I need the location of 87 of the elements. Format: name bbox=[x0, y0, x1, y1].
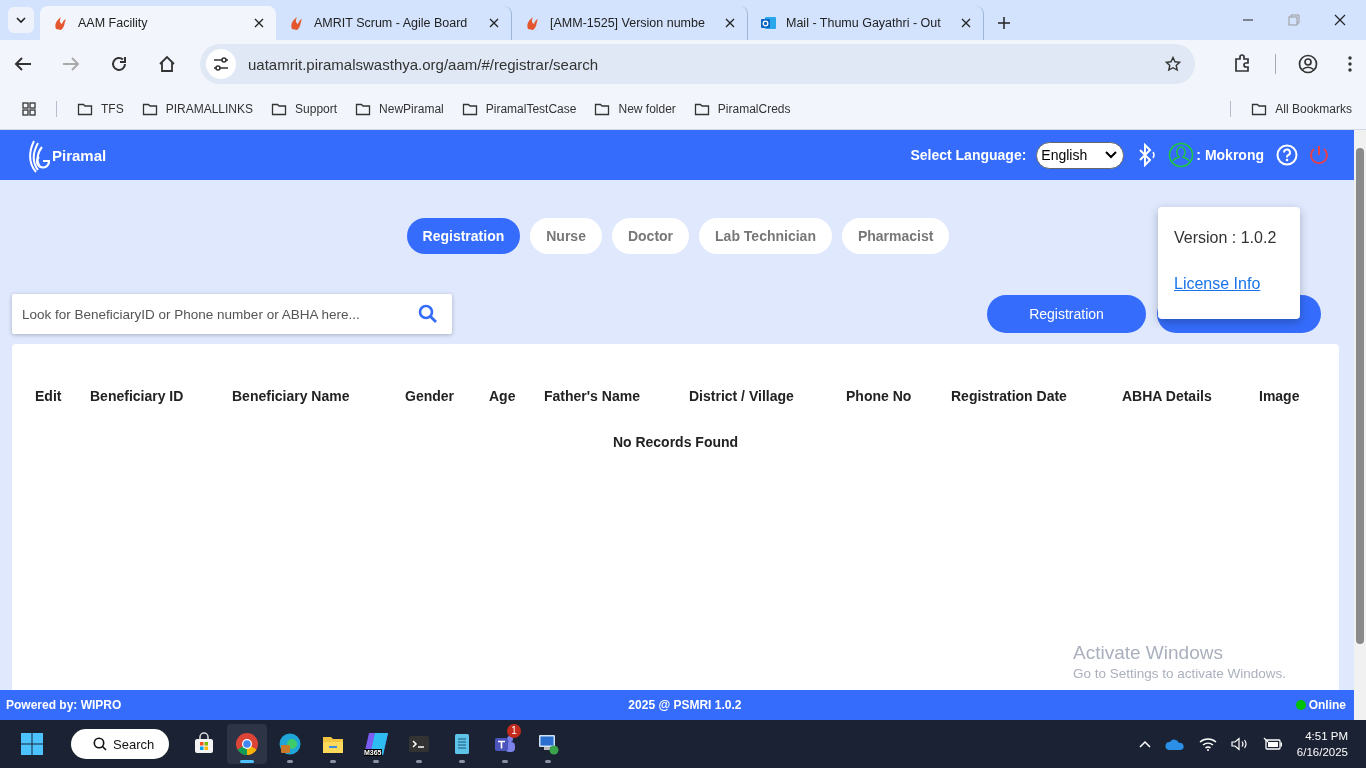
store-bag-icon bbox=[192, 732, 216, 756]
taskbar-search[interactable]: Search bbox=[71, 729, 169, 759]
language-label: Select Language: bbox=[910, 147, 1027, 163]
back-arrow-icon[interactable] bbox=[14, 55, 32, 73]
close-icon[interactable] bbox=[489, 18, 499, 28]
column-header: Beneficiary Name bbox=[232, 388, 351, 404]
close-icon[interactable] bbox=[725, 18, 735, 28]
column-header: Father's Name bbox=[544, 388, 641, 404]
clock[interactable]: 4:51 PM 6/16/2025 bbox=[1296, 728, 1348, 760]
footer-credit: Powered by: WIPRO bbox=[6, 698, 122, 712]
browser-tab[interactable]: AAM Facility bbox=[40, 6, 276, 40]
close-icon[interactable] bbox=[1334, 14, 1346, 26]
version-text: Version : 1.0.2 bbox=[1174, 229, 1278, 247]
tab-title: Mail - Thumu Gayathri - Out bbox=[786, 16, 942, 30]
activation-title: Activate Windows bbox=[1073, 642, 1224, 664]
tab-search-button[interactable] bbox=[8, 7, 34, 33]
column-header: Phone No bbox=[846, 388, 913, 404]
wifi-icon[interactable] bbox=[1198, 737, 1217, 751]
activation-text: Go to Settings to activate Windows. bbox=[1073, 666, 1287, 681]
url-text: uatamrit.piramalswasthya.org/aam/#/registrar/search bbox=[248, 55, 600, 73]
status-text: Online bbox=[1308, 698, 1346, 712]
home-icon[interactable] bbox=[158, 55, 176, 73]
speaker-icon[interactable] bbox=[1230, 737, 1249, 751]
reload-icon[interactable] bbox=[110, 55, 128, 73]
column-header: Edit bbox=[35, 388, 63, 404]
bookmark-folder[interactable]: PiramalCreds bbox=[693, 100, 791, 117]
close-icon[interactable] bbox=[254, 18, 264, 28]
flame-icon bbox=[288, 15, 304, 31]
flame-icon bbox=[524, 15, 540, 31]
close-icon[interactable] bbox=[961, 18, 971, 28]
taskbar-app[interactable] bbox=[227, 724, 267, 764]
search-icon bbox=[93, 737, 107, 751]
registration-button[interactable]: Registration bbox=[987, 295, 1146, 333]
column-header: Gender bbox=[405, 388, 455, 404]
mail-app-icon bbox=[760, 15, 776, 31]
battery-icon[interactable] bbox=[1262, 737, 1283, 751]
browser-icon bbox=[278, 732, 302, 756]
user-name: : Mokrong bbox=[1196, 147, 1264, 163]
tab-title: AAM Facility bbox=[78, 16, 149, 30]
chevron-down-icon[interactable] bbox=[15, 14, 27, 26]
chevron-up-icon[interactable] bbox=[1138, 740, 1151, 748]
column-header: ABHA Details bbox=[1122, 388, 1213, 404]
footer-copyright: 2025 @ PSMRI 1.0.2 bbox=[628, 698, 742, 712]
column-header: Registration Date bbox=[951, 388, 1068, 404]
brand-name: Piramal bbox=[52, 146, 107, 164]
chevron-down-icon bbox=[1105, 151, 1118, 159]
user-avatar-icon bbox=[1168, 142, 1195, 168]
column-header: Image bbox=[1259, 388, 1301, 404]
star-icon[interactable] bbox=[1165, 56, 1181, 72]
profile-icon[interactable] bbox=[1298, 54, 1318, 74]
more-vertical-icon[interactable] bbox=[1348, 56, 1352, 72]
app-tile-icon bbox=[364, 732, 388, 756]
notification-badge: 1 bbox=[507, 724, 521, 738]
license-link[interactable]: License Info bbox=[1174, 275, 1261, 293]
bookmark-folder[interactable]: TFS bbox=[77, 100, 124, 117]
bookmark-folder[interactable]: Support bbox=[271, 100, 338, 117]
bookmark-folder[interactable]: PiramalTestCase bbox=[461, 100, 577, 117]
column-header: Beneficiary ID bbox=[90, 388, 185, 404]
remote-desktop-icon bbox=[536, 732, 560, 756]
help-icon[interactable] bbox=[1276, 144, 1298, 166]
tab-title: AMRIT Scrum - Agile Board bbox=[314, 16, 469, 30]
windows-start-icon[interactable] bbox=[20, 732, 44, 756]
search-field[interactable]: Look for BeneficiaryID or Phone number or ABHA here... bbox=[12, 294, 452, 334]
bookmark-folder[interactable]: New folder bbox=[594, 100, 676, 117]
column-header: District / Village bbox=[689, 388, 795, 404]
taskbar-app[interactable]: 1 bbox=[485, 724, 525, 764]
tab-title: [AMM-1525] Version numbe bbox=[550, 16, 706, 30]
address-bar[interactable]: uatamrit.piramalswasthya.org/aam/#/registrar/search bbox=[200, 44, 1195, 84]
bookmark-folder[interactable]: All Bookmarks bbox=[1251, 100, 1352, 117]
cloud-icon[interactable] bbox=[1164, 738, 1185, 750]
site-settings-icon[interactable] bbox=[213, 56, 229, 72]
search-icon[interactable] bbox=[418, 304, 438, 324]
apps-grid-icon[interactable] bbox=[22, 101, 36, 116]
flame-icon bbox=[52, 15, 68, 31]
scrollbar[interactable] bbox=[1354, 130, 1366, 720]
role-tab[interactable]: Doctor bbox=[611, 218, 690, 254]
plus-icon[interactable] bbox=[998, 17, 1010, 29]
role-tab[interactable]: Registration bbox=[406, 218, 521, 254]
role-tab[interactable]: Pharmacist bbox=[841, 218, 950, 254]
bookmark-folder[interactable]: PIRAMALLINKS bbox=[141, 100, 254, 117]
browser-icon bbox=[235, 732, 259, 756]
role-tab[interactable]: Lab Technician bbox=[699, 218, 832, 254]
language-select[interactable]: English bbox=[1036, 141, 1125, 169]
bookmark-folder[interactable]: NewPiramal bbox=[355, 100, 444, 117]
column-header: Age bbox=[489, 388, 517, 404]
role-tab[interactable]: Nurse bbox=[530, 218, 602, 254]
empty-message: No Records Found bbox=[611, 434, 740, 450]
